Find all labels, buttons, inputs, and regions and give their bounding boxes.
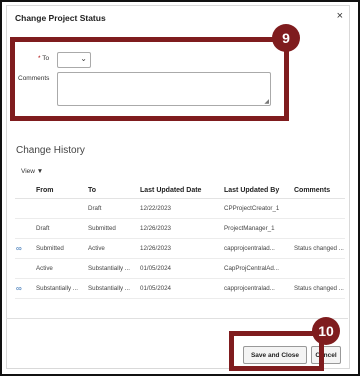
dialog-title: Change Project Status <box>15 13 106 23</box>
footer-divider <box>6 318 348 319</box>
cell-to: Active <box>87 238 139 259</box>
cell-from: Substantially ... <box>35 278 87 299</box>
cell-to: Substantially ... <box>87 278 139 299</box>
cell-from: Draft <box>35 218 87 239</box>
table-header-row: From To Last Updated Date Last Updated B… <box>15 182 345 199</box>
column-header-updated-by: Last Updated By <box>223 182 293 199</box>
table-row[interactable]: Draft 12/22/2023 CPProjectCreator_1 <box>15 198 345 219</box>
change-history-title: Change History <box>16 145 85 156</box>
cell-to: Draft <box>87 198 139 219</box>
cell-comments: Status changed ... <box>293 278 345 299</box>
cell-updated-by: capprojcentralad... <box>223 238 293 259</box>
cell-updated-by: capprojcentralad... <box>223 278 293 299</box>
cell-date: 12/22/2023 <box>139 198 223 219</box>
cell-comments <box>293 218 345 239</box>
change-history-table: From To Last Updated Date Last Updated B… <box>15 182 345 299</box>
cell-to: Substantially ... <box>87 258 139 279</box>
column-header-comments: Comments <box>293 182 345 199</box>
cell-date: 01/05/2024 <box>139 278 223 299</box>
cell-updated-by: CapProjCentralAd... <box>223 258 293 279</box>
cell-comments: Status changed ... <box>293 238 345 259</box>
cell-from: Submitted <box>35 238 87 259</box>
link-icon[interactable]: ∞ <box>15 278 35 299</box>
close-icon[interactable]: × <box>337 10 343 22</box>
callout-badge-9: 9 <box>272 24 300 52</box>
column-header-to: To <box>87 182 139 199</box>
cell-comments <box>293 198 345 219</box>
cell-from: Active <box>35 258 87 279</box>
callout-box-10 <box>229 331 324 371</box>
row-icon <box>15 198 35 219</box>
link-icon[interactable]: ∞ <box>15 238 35 259</box>
cell-updated-by: CPProjectCreator_1 <box>223 198 293 219</box>
column-header-icon <box>15 182 35 199</box>
table-row[interactable]: ∞ Submitted Active 12/26/2023 capprojcen… <box>15 238 345 259</box>
table-row[interactable]: Active Substantially ... 01/05/2024 CapP… <box>15 258 345 279</box>
cell-comments <box>293 258 345 279</box>
view-menu[interactable]: View ▼ <box>21 168 43 175</box>
cell-from <box>35 198 87 219</box>
cell-to: Submitted <box>87 218 139 239</box>
row-icon <box>15 258 35 279</box>
cell-date: 12/26/2023 <box>139 238 223 259</box>
column-header-date: Last Updated Date <box>139 182 223 199</box>
cell-date: 01/05/2024 <box>139 258 223 279</box>
cell-date: 12/26/2023 <box>139 218 223 239</box>
column-header-from: From <box>35 182 87 199</box>
table-row[interactable]: ∞ Substantially ... Substantially ... 01… <box>15 278 345 299</box>
callout-badge-10: 10 <box>312 317 340 345</box>
cell-updated-by: ProjectManager_1 <box>223 218 293 239</box>
table-row[interactable]: Draft Submitted 12/26/2023 ProjectManage… <box>15 218 345 239</box>
callout-box-9 <box>10 37 289 121</box>
row-icon <box>15 218 35 239</box>
